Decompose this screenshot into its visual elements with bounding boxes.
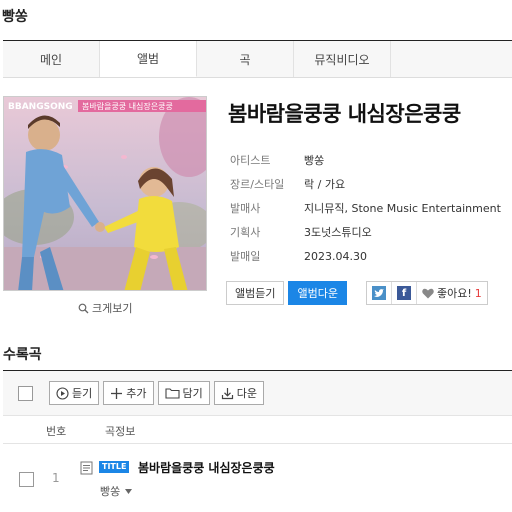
tracklist-toolbar: 듣기 추가 담기 다운 — [3, 370, 512, 416]
info-row-artist: 아티스트 빵쏭 — [230, 148, 510, 172]
select-all-checkbox[interactable] — [18, 385, 33, 401]
like-button[interactable]: 좋아요! 1 — [417, 282, 487, 304]
tab-album[interactable]: 앨범 — [100, 41, 197, 77]
artist-link[interactable]: 빵쏭 — [304, 152, 324, 168]
save-to-playlist-button[interactable]: 담기 — [157, 381, 210, 405]
like-label: 좋아요! — [437, 287, 472, 300]
download-icon — [221, 387, 233, 399]
info-row-genre: 장르/스타일 락 / 가요 — [230, 172, 510, 196]
tab-song[interactable]: 곡 — [197, 41, 294, 77]
album-cover[interactable]: BBANGSONG 봄바람을쿵쿵 내심장은쿵쿵 — [3, 96, 207, 291]
album-download-button[interactable]: 앨범다운 — [288, 281, 347, 305]
track-number: 1 — [52, 471, 60, 485]
add-button[interactable]: 추가 — [103, 381, 154, 405]
tab-main[interactable]: 메인 — [3, 41, 100, 77]
play-button[interactable]: 듣기 — [49, 381, 100, 405]
plus-icon — [111, 387, 123, 399]
download-button[interactable]: 다운 — [213, 381, 264, 405]
caret-down-icon — [125, 488, 133, 494]
add-label: 추가 — [126, 387, 147, 400]
track-row: 1 TITLE 봄바람을쿵쿵 내심장은쿵쿵 빵쏭 — [3, 446, 512, 512]
tab-bar-filler — [391, 41, 512, 77]
column-number: 번호 — [46, 425, 67, 438]
title-track-badge: TITLE — [99, 461, 130, 473]
tracklist-header: 번호 곡정보 — [3, 416, 512, 444]
twitter-icon — [372, 286, 386, 300]
cover-brand-text: BBANGSONG — [8, 102, 73, 112]
song-title-link[interactable]: 봄바람을쿵쿵 내심장은쿵쿵 — [138, 459, 275, 476]
album-info: 아티스트 빵쏭 장르/스타일 락 / 가요 발매사 지니뮤직, Stone Mu… — [230, 148, 510, 268]
heart-icon — [422, 288, 434, 298]
info-label: 장르/스타일 — [230, 178, 285, 191]
track-checkbox[interactable] — [19, 472, 34, 487]
info-label: 발매사 — [230, 202, 261, 215]
album-cover-art: BBANGSONG 봄바람을쿵쿵 내심장은쿵쿵 — [4, 97, 206, 290]
album-listen-button[interactable]: 앨범듣기 — [226, 281, 285, 305]
info-label: 아티스트 — [230, 154, 271, 167]
tab-music-video[interactable]: 뮤직비디오 — [294, 41, 391, 77]
column-song-info: 곡정보 — [105, 425, 136, 438]
info-row-agency: 기획사 3도넛스튜디오 — [230, 220, 510, 244]
info-value: 지니뮤직, Stone Music Entertainment — [304, 202, 501, 215]
tracklist-title: 수록곡 — [3, 347, 42, 363]
magnifier-icon — [78, 303, 89, 313]
folder-icon — [164, 388, 180, 399]
download-label: 다운 — [236, 387, 257, 400]
twitter-share-button[interactable] — [367, 282, 392, 304]
song-artist: 빵쏭 — [100, 485, 121, 498]
like-count: 1 — [474, 286, 482, 300]
social-buttons: f 좋아요! 1 — [366, 281, 488, 305]
info-value: 락 / 가요 — [304, 178, 346, 191]
tab-bar: 메인 앨범 곡 뮤직비디오 — [3, 40, 512, 78]
info-value: 3도넛스튜디오 — [304, 226, 372, 239]
song-artist-dropdown[interactable]: 빵쏭 — [100, 483, 133, 499]
album-actions: 앨범듣기 앨범다운 — [226, 281, 347, 305]
play-icon — [56, 386, 69, 400]
facebook-share-button[interactable]: f — [392, 282, 417, 304]
zoom-button[interactable]: 크게보기 — [78, 300, 132, 316]
info-label: 발매일 — [230, 250, 261, 263]
cover-subtitle-text: 봄바람을쿵쿵 내심장은쿵쿵 — [82, 101, 173, 111]
album-title: 봄바람을쿵쿵 내심장은쿵쿵 — [228, 102, 461, 126]
info-row-release-date: 발매일 2023.04.30 — [230, 244, 510, 268]
zoom-label: 크게보기 — [92, 302, 133, 315]
lyrics-icon[interactable] — [80, 461, 93, 475]
info-label: 기획사 — [230, 226, 261, 239]
facebook-icon: f — [397, 286, 411, 300]
artist-page-title: 빵쏭 — [2, 9, 28, 25]
play-label: 듣기 — [72, 387, 93, 400]
save-label: 담기 — [182, 387, 203, 400]
info-value: 2023.04.30 — [304, 249, 367, 263]
info-row-publisher: 발매사 지니뮤직, Stone Music Entertainment — [230, 196, 510, 220]
